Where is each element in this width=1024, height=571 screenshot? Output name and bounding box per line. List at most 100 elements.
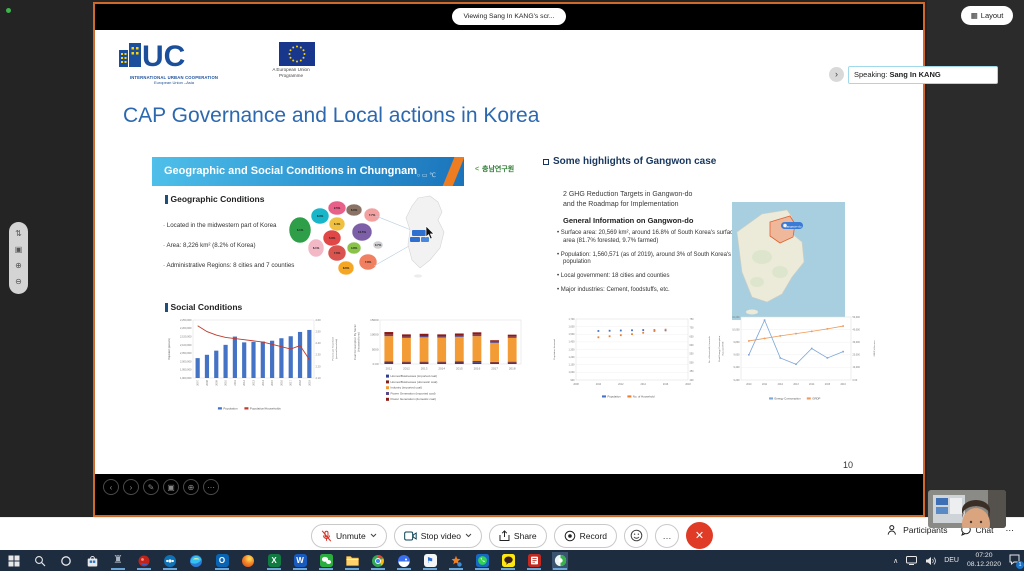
network-icon[interactable] xyxy=(906,556,917,565)
svg-text:20,000: 20,000 xyxy=(853,354,861,357)
tray-chevron-icon[interactable]: ∧ xyxy=(893,557,898,565)
panel-options-button[interactable]: ⋯ xyxy=(1006,525,1015,536)
gangwon-bullets: Surface area: 20,569 km², around 16.8% o… xyxy=(557,230,737,301)
search-icon[interactable] xyxy=(32,552,48,570)
camera-icon xyxy=(404,531,417,541)
bullet: Population: 1,560,571 (as of 2019), arou… xyxy=(557,252,737,268)
svg-text:2011: 2011 xyxy=(233,379,237,385)
svg-text:thousand TOE: thousand TOE xyxy=(721,341,724,356)
clock[interactable]: 07:20 08.12.2020 xyxy=(967,552,1001,569)
stop-video-button[interactable]: Stop video xyxy=(394,524,482,548)
record-button[interactable]: Record xyxy=(554,524,617,548)
svg-text:2019: 2019 xyxy=(307,379,311,385)
leave-meeting-button[interactable]: ✕ xyxy=(686,522,713,549)
layout-button[interactable]: ▦ Layout xyxy=(961,6,1013,25)
zoom-in-button[interactable]: ⊕ xyxy=(15,262,22,270)
file-explorer-icon[interactable] xyxy=(344,552,360,570)
gangwon-population-chart: 9001,0001,1001,2001,3001,4001,5001,6001,… xyxy=(552,314,712,400)
whatsapp-icon[interactable] xyxy=(474,552,490,570)
system-tray: ∧ DEU 07:20 08.12.2020 1 xyxy=(893,550,1020,571)
unmute-button[interactable]: Unmute xyxy=(311,524,387,548)
fit-page-button[interactable]: ⇅ xyxy=(15,230,22,238)
eu-caption: A European UnionProgramme xyxy=(261,67,321,78)
volume-icon[interactable] xyxy=(925,556,936,566)
svg-text:Population: Population xyxy=(607,395,621,399)
svg-text:7.8%: 7.8% xyxy=(365,260,372,264)
institute-logo: < 충남연구원 xyxy=(475,164,514,174)
wechat-icon[interactable] xyxy=(318,552,334,570)
actual-size-button[interactable]: ▣ xyxy=(15,246,23,254)
share-button[interactable]: Share xyxy=(489,524,547,548)
institute-mark-icon: < xyxy=(475,166,479,173)
excel-icon[interactable]: X xyxy=(266,552,282,570)
word-icon[interactable]: W xyxy=(292,552,308,570)
svg-text:Energy Consumption: Energy Consumption xyxy=(775,397,802,401)
chrome-icon[interactable] xyxy=(370,552,386,570)
svg-text:1,200: 1,200 xyxy=(569,356,576,359)
expand-panel-button[interactable]: › xyxy=(829,67,844,82)
svg-text:2007: 2007 xyxy=(196,379,200,385)
svg-text:Gangwon-do: Gangwon-do xyxy=(784,225,802,229)
more-options-button[interactable]: … xyxy=(655,524,679,548)
svg-text:2012: 2012 xyxy=(618,383,624,386)
svg-text:2.10: 2.10 xyxy=(316,376,322,380)
firefox-icon[interactable] xyxy=(240,552,256,570)
statue-app-icon[interactable]: ♜ xyxy=(110,552,126,570)
svg-text:1,600: 1,600 xyxy=(569,325,576,328)
svg-text:750: 750 xyxy=(690,318,695,321)
svg-text:30,000: 30,000 xyxy=(853,341,861,344)
energy-grdp-chart: 9,2009,4009,6009,80010,00010,2000.0010,0… xyxy=(717,312,877,402)
svg-text:2008: 2008 xyxy=(573,383,579,386)
svg-text:2015: 2015 xyxy=(825,383,831,386)
bullet: Major industries: Cement, foodstuffs, et… xyxy=(557,287,737,295)
whale-browser-icon[interactable] xyxy=(396,552,412,570)
svg-text:2014: 2014 xyxy=(809,383,815,386)
svg-text:1,500: 1,500 xyxy=(569,333,576,336)
svg-text:2015: 2015 xyxy=(270,379,274,385)
notification-center[interactable]: 1 xyxy=(1009,554,1020,567)
self-view-video[interactable] xyxy=(928,490,1006,528)
annotate-button[interactable]: ✎ xyxy=(143,479,159,495)
share-bottom-bar: ‹ › ✎ ▣ ⊕ ⋯ xyxy=(95,474,923,515)
share-top-bar: Viewing Sang In KANG's scr... xyxy=(95,4,923,30)
svg-text:2,000,000: 2,000,000 xyxy=(180,359,192,363)
nextcloud-app-icon[interactable] xyxy=(162,552,178,570)
outlook-icon[interactable]: O xyxy=(214,552,230,570)
more-controls-button[interactable]: ⋯ xyxy=(203,479,219,495)
section-bar xyxy=(165,195,168,204)
next-slide-button[interactable]: › xyxy=(123,479,139,495)
svg-text:Industry (imported coal): Industry (imported coal) xyxy=(391,386,423,390)
presentation-slide: UC INTERNATIONAL URBAN COOPERATION Europ… xyxy=(95,30,923,474)
edge-icon[interactable] xyxy=(188,552,204,570)
svg-text:10,000: 10,000 xyxy=(732,328,740,331)
zoom-out-button[interactable]: ⊖ xyxy=(15,278,22,286)
flag-app-icon[interactable]: ⚑ xyxy=(422,552,438,570)
zoom-button[interactable]: ⊕ xyxy=(183,479,199,495)
svg-text:2.50: 2.50 xyxy=(316,330,322,334)
chevron-down-icon xyxy=(465,533,472,538)
red-app-icon[interactable] xyxy=(136,552,152,570)
svg-text:9,200: 9,200 xyxy=(734,379,741,382)
svg-text:400: 400 xyxy=(690,379,695,382)
webex-icon[interactable] xyxy=(552,552,568,570)
thumbnails-button[interactable]: ▣ xyxy=(163,479,179,495)
hancom-office-icon[interactable] xyxy=(526,552,542,570)
previous-slide-button[interactable]: ‹ xyxy=(103,479,119,495)
language-indicator[interactable]: DEU xyxy=(944,557,959,564)
svg-text:Population (persons): Population (persons) xyxy=(168,338,171,360)
coal-consumption-chart: 0.00500010000150002011201220132014201520… xyxy=(353,314,531,414)
paint-3d-icon[interactable] xyxy=(448,552,464,570)
kakaotalk-icon[interactable] xyxy=(500,552,516,570)
svg-text:2,250,000: 2,250,000 xyxy=(180,318,192,322)
cortana-icon[interactable] xyxy=(58,552,74,570)
viewing-banner[interactable]: Viewing Sang In KANG's scr... xyxy=(452,8,566,25)
svg-text:5.9%: 5.9% xyxy=(329,236,336,240)
svg-text:5000: 5000 xyxy=(372,347,379,351)
gangwon-subtitle: 2 GHG Reduction Targets in Gangwon-doand… xyxy=(563,190,692,210)
reactions-button[interactable] xyxy=(624,524,648,548)
svg-text:0.7%: 0.7% xyxy=(375,243,382,247)
svg-text:2018: 2018 xyxy=(298,379,302,385)
microsoft-store-icon[interactable] xyxy=(84,552,100,570)
windows-start-icon[interactable] xyxy=(6,552,22,570)
population-household-chart: 1,900,0001,950,0002,000,0002,050,0002,10… xyxy=(167,316,339,412)
